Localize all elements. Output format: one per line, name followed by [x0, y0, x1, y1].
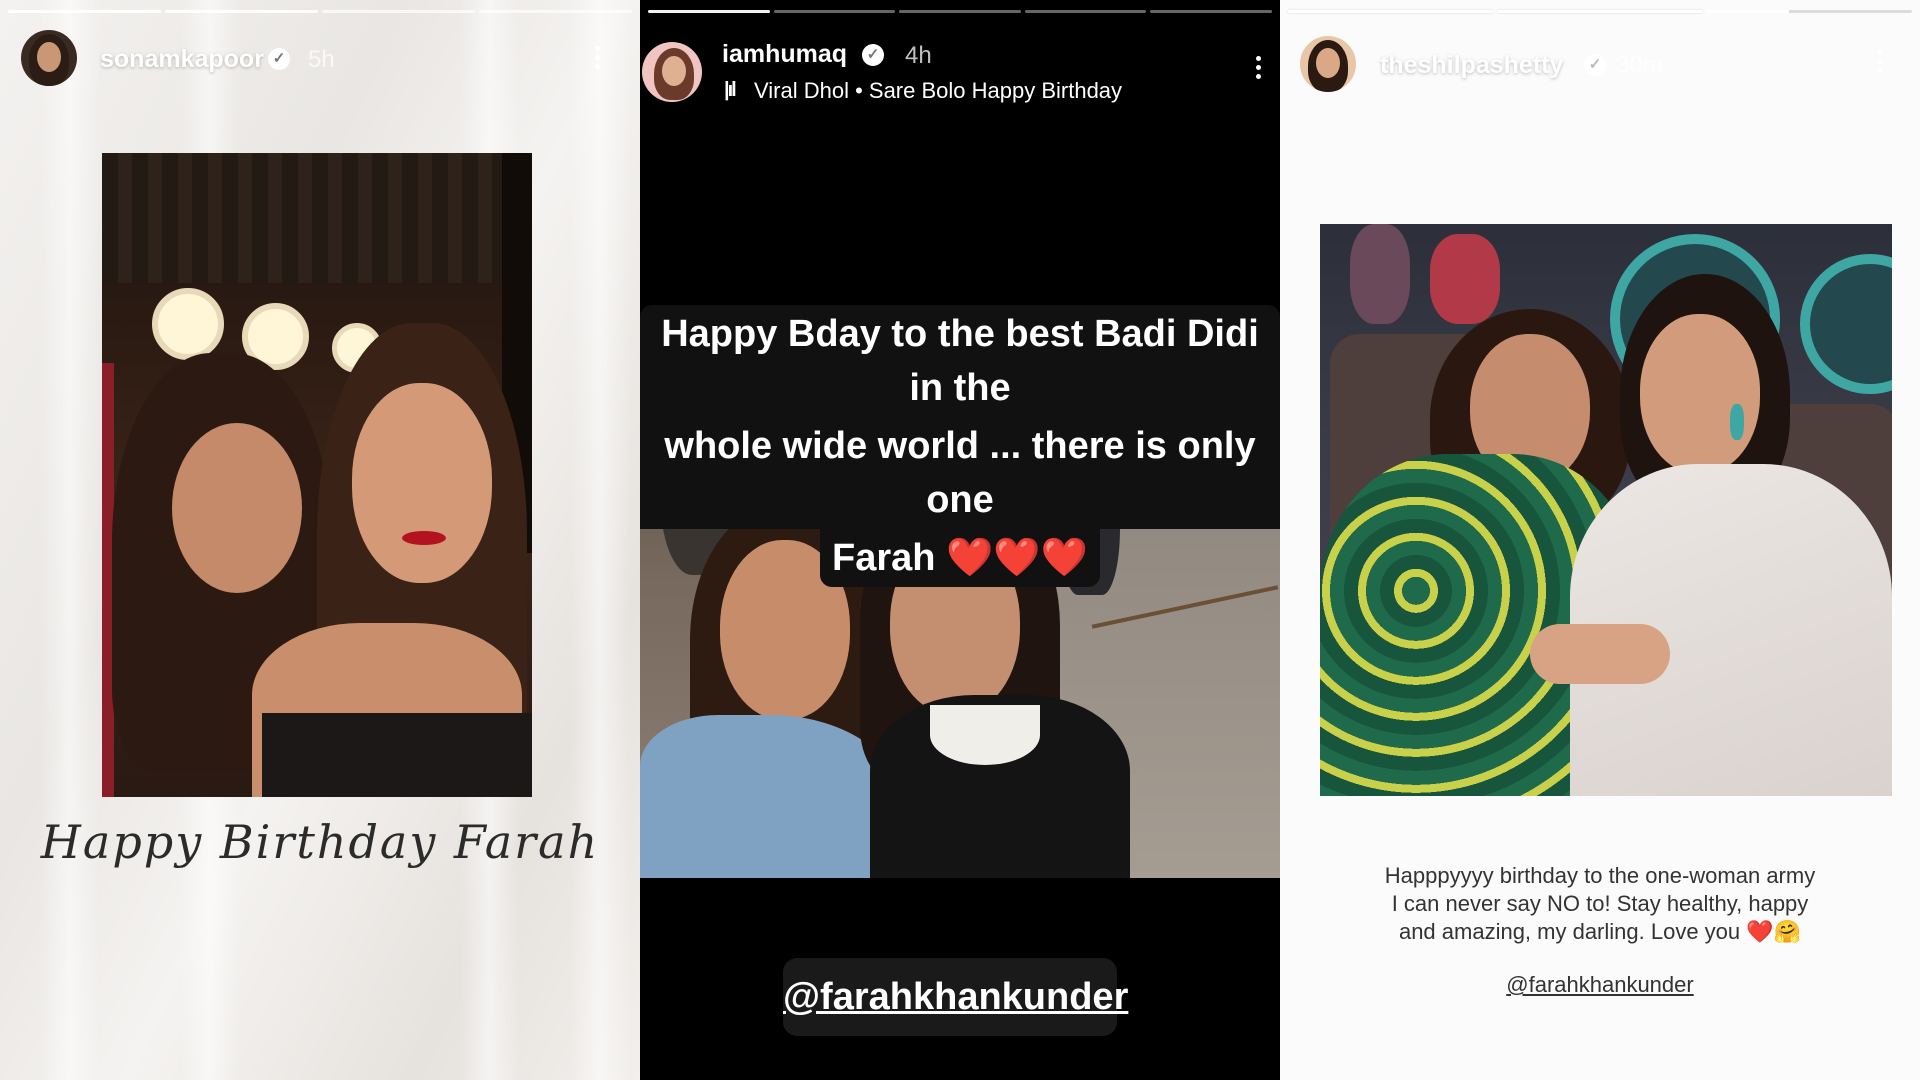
person-left-face [172, 423, 302, 593]
verified-badge-icon: ✓ [268, 48, 290, 70]
story-panel-iamhumaq[interactable]: iamhumaq ✓ 4h |ıl Viral Dhol • Sare Bolo… [640, 0, 1280, 1080]
more-options-icon[interactable] [1875, 50, 1883, 73]
progress-segment [899, 10, 1021, 13]
progress-segment [322, 10, 475, 13]
story-time: 5h [308, 46, 335, 73]
caption-line: Farah ❤️❤️❤️ [820, 529, 1100, 587]
avatar[interactable] [1300, 36, 1356, 92]
username[interactable]: theshilpashetty [1380, 51, 1563, 80]
avatar[interactable] [21, 30, 77, 86]
story-progress-bars [648, 10, 1272, 13]
white-collar [930, 705, 1040, 765]
caption-line: Happy Bday to the best Badi Didi in the [640, 305, 1280, 417]
person-right-face [1640, 314, 1760, 474]
story-caption: Happpyyyy birthday to the one-woman army… [1280, 862, 1920, 946]
audience [1430, 234, 1500, 324]
caption-line: whole wide world ... there is only one [640, 417, 1280, 529]
hands [1530, 624, 1670, 684]
progress-segment [8, 10, 161, 13]
progress-segment [479, 10, 632, 13]
story-progress-bars [1288, 10, 1912, 13]
more-options-icon[interactable] [593, 46, 601, 69]
caption-line: Happpyyyy birthday to the one-woman army [1384, 863, 1816, 888]
verified-badge-icon: ✓ [862, 44, 884, 66]
mention-text[interactable]: @farahkhankunder [783, 976, 1128, 1018]
birthday-caption: Happy Birthday Farah [40, 815, 600, 869]
caption-line: I can never say NO to! Stay healthy, hap… [1391, 891, 1809, 916]
music-title[interactable]: Viral Dhol • Sare Bolo Happy Birthday [754, 78, 1122, 104]
progress-segment [1497, 10, 1703, 13]
story-panel-theshilpashetty[interactable]: theshilpashetty ✓ 30m Happpyyyy birthday… [1280, 0, 1920, 1080]
mirror-light [152, 288, 224, 360]
verified-badge-icon: ✓ [1584, 54, 1606, 76]
progress-segment [1024, 10, 1147, 13]
story-panel-sonamkapoor[interactable]: sonamkapoor ✓ 5h Happy Birthday Farah [0, 0, 640, 1080]
story-time: 4h [905, 42, 932, 69]
mention-sticker[interactable]: @farahkhankunder [783, 958, 1128, 1036]
story-photo [1320, 224, 1892, 796]
dress [262, 713, 532, 797]
avatar[interactable] [642, 42, 702, 102]
story-caption: Happy Bday to the best Badi Didi in the … [640, 305, 1280, 587]
progress-segment [1706, 10, 1912, 13]
music-bars-icon: |ıl [724, 79, 737, 101]
progress-segment [165, 10, 318, 13]
earring [1730, 404, 1744, 440]
story-progress-bars [8, 10, 632, 13]
audience [1350, 224, 1410, 324]
red-lips [402, 531, 446, 545]
username[interactable]: iamhumaq [722, 40, 847, 69]
more-options-icon[interactable] [1254, 56, 1262, 79]
set-wheel [1800, 254, 1892, 394]
story-photo [102, 153, 532, 797]
mention-text[interactable]: @farahkhankunder [1280, 972, 1920, 998]
progress-segment [1150, 10, 1272, 13]
curtain-fold [570, 0, 630, 1080]
progress-segment [773, 10, 896, 13]
person-right-face [352, 383, 492, 583]
background-wall [102, 153, 532, 283]
progress-segment [1288, 10, 1494, 13]
username[interactable]: sonamkapoor [100, 45, 264, 74]
curtain-fold [40, 0, 100, 1080]
caption-line: and amazing, my darling. Love you ❤️🤗 [1398, 919, 1802, 944]
story-time: 30m [1616, 52, 1663, 79]
progress-segment [648, 10, 770, 13]
